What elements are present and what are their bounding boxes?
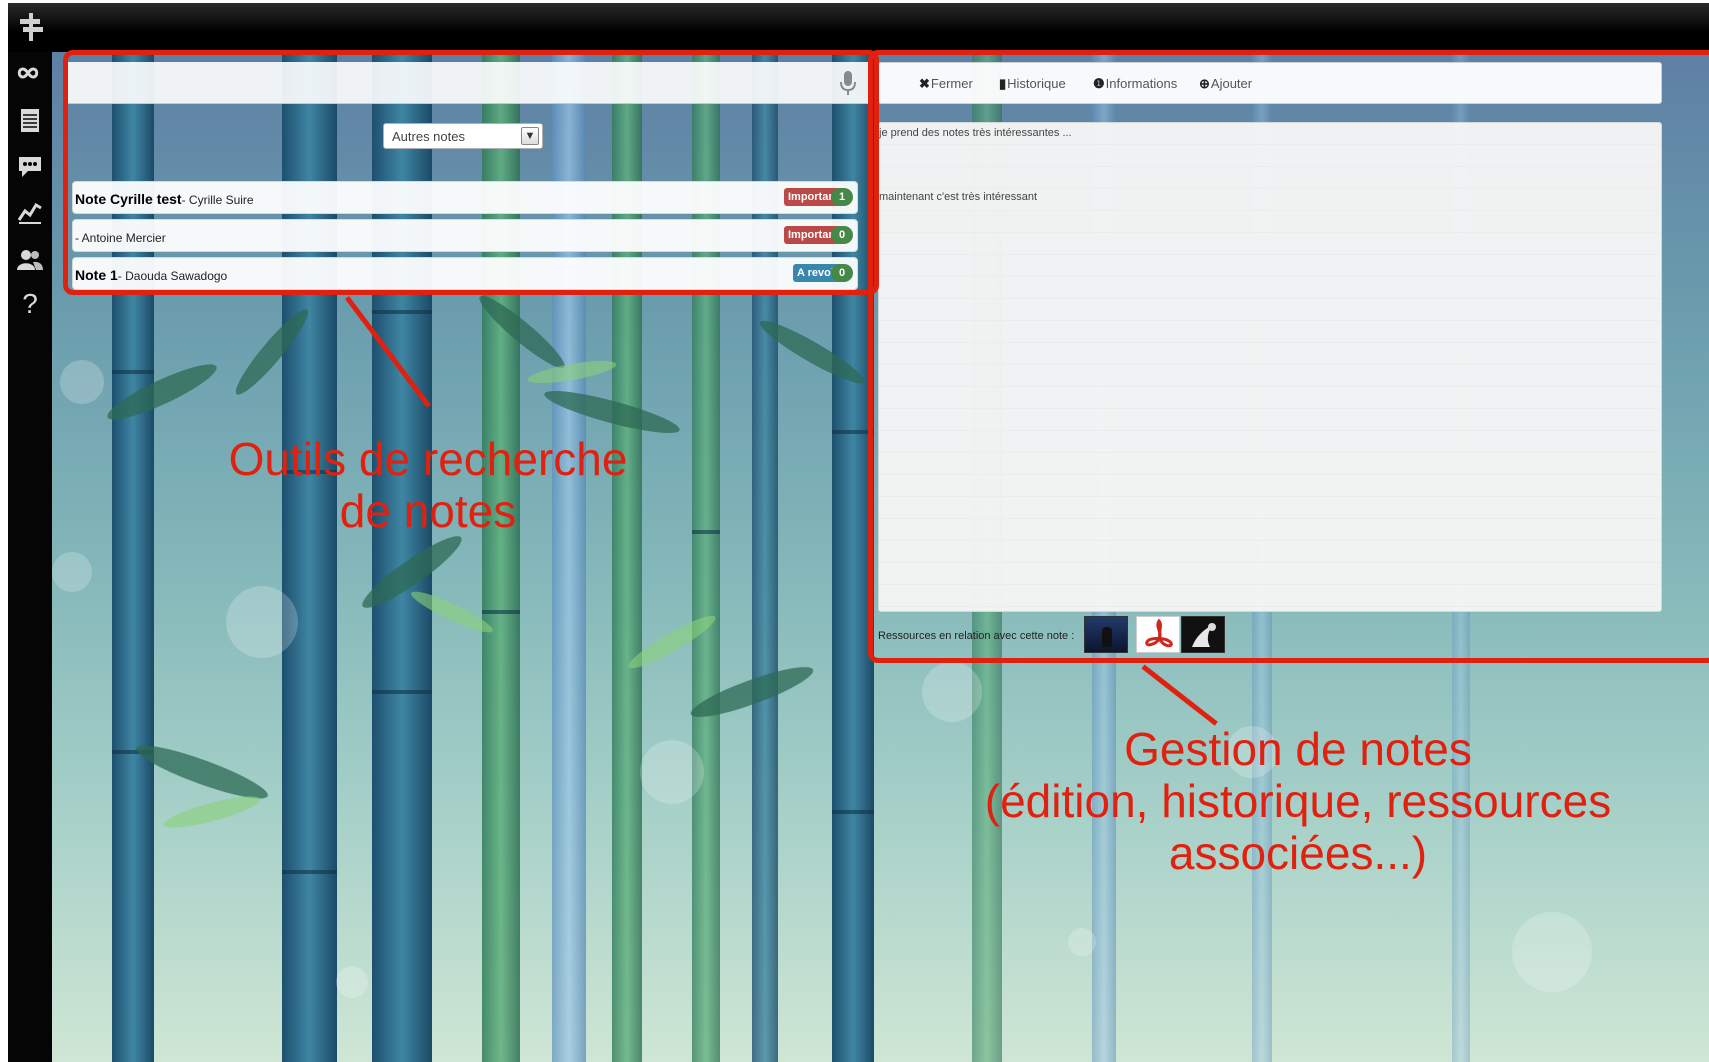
app-window: ? Autres notes ▼ Note Cyrille test- Cyri… — [8, 3, 1709, 1062]
note-management-annotation: Gestion de notes (édition, historique, r… — [984, 723, 1612, 879]
notepad-icon[interactable] — [14, 104, 46, 136]
sidebar: ? — [8, 52, 52, 1062]
signpost-logo-icon[interactable] — [16, 11, 46, 43]
infinity-icon[interactable] — [14, 57, 46, 89]
top-bar — [8, 3, 1709, 52]
chat-icon[interactable] — [14, 150, 46, 182]
note-management-highlight — [868, 50, 1709, 663]
help-icon[interactable]: ? — [14, 288, 46, 320]
chart-icon[interactable] — [14, 196, 46, 228]
users-icon[interactable] — [14, 243, 46, 275]
search-tools-highlight — [63, 50, 879, 295]
search-tools-annotation: Outils de recherche de notes — [228, 433, 628, 537]
